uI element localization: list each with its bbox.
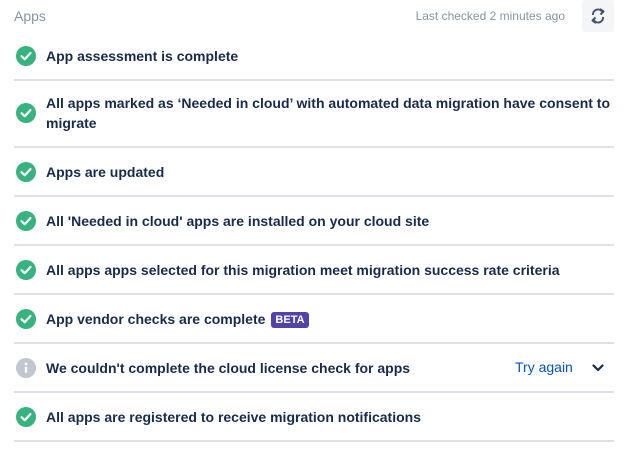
refresh-button[interactable]	[582, 0, 614, 32]
info-circle-icon	[16, 358, 36, 378]
beta-badge: BETA	[271, 312, 309, 328]
check-circle-icon	[16, 103, 36, 123]
check-row-vendor-checks: App vendor checks are complete BETA	[14, 295, 614, 344]
check-label: Apps are updated	[46, 164, 165, 180]
check-circle-icon	[16, 260, 36, 280]
try-again-link[interactable]: Try again	[515, 357, 573, 377]
check-row-apps-updated: Apps are updated	[14, 148, 614, 197]
check-row-cloud-license: We couldn't complete the cloud license c…	[14, 344, 614, 393]
check-row-success-rate: All apps apps selected for this migratio…	[14, 246, 614, 295]
section-title: Apps	[14, 8, 46, 24]
check-label: All apps apps selected for this migratio…	[46, 262, 560, 278]
app-checks-list: App assessment is complete All apps mark…	[14, 32, 614, 442]
check-circle-icon	[16, 162, 36, 182]
check-row-app-assessment: App assessment is complete	[14, 32, 614, 81]
check-label: All 'Needed in cloud' apps are installed…	[46, 213, 430, 229]
check-circle-icon	[16, 309, 36, 329]
check-label: All apps are registered to receive migra…	[46, 409, 421, 425]
check-label-with-badge: App vendor checks are complete BETA	[46, 309, 611, 329]
chevron-down-icon[interactable]	[588, 358, 608, 378]
check-circle-icon	[16, 46, 36, 66]
check-circle-icon	[16, 211, 36, 231]
check-row-apps-installed: All 'Needed in cloud' apps are installed…	[14, 197, 614, 246]
refresh-icon	[591, 8, 605, 24]
last-checked-text: Last checked 2 minutes ago	[415, 9, 565, 23]
apps-section-header: Apps Last checked 2 minutes ago	[0, 0, 626, 34]
check-label: App vendor checks are complete	[46, 311, 266, 327]
check-row-notifications: All apps are registered to receive migra…	[14, 393, 614, 442]
check-row-consent: All apps marked as ‘Needed in cloud’ wit…	[14, 81, 614, 148]
check-label: App assessment is complete	[46, 48, 239, 64]
check-circle-icon	[16, 407, 36, 427]
check-label: All apps marked as ‘Needed in cloud’ wit…	[46, 95, 611, 131]
